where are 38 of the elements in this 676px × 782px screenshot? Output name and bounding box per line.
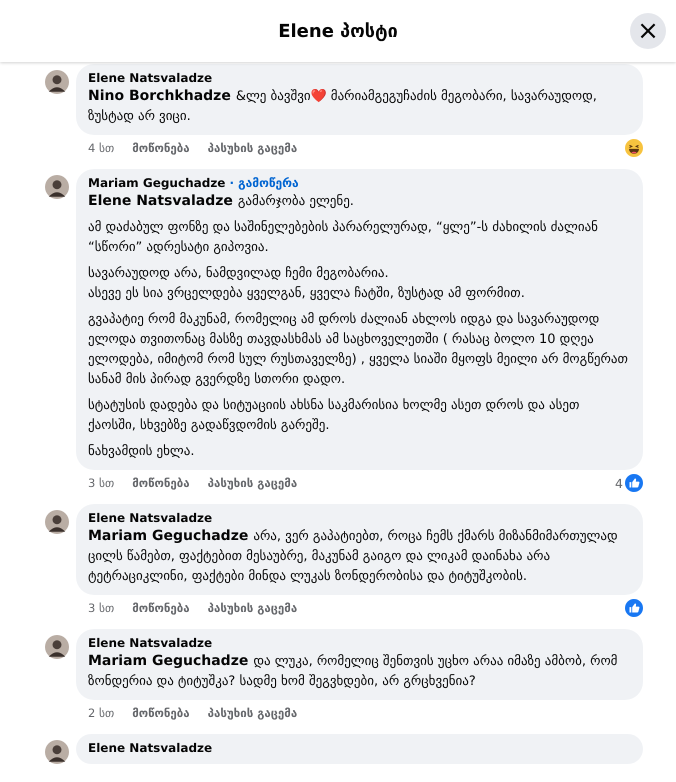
reaction-count[interactable]: 4 bbox=[615, 476, 623, 490]
dialog-title: Elene პოსტი bbox=[278, 20, 398, 42]
comment-text: Mariam Geguchadze და ლუკა, რომელიც შენთვის უცხო არაა იმაზე ამბობ, რომ ზონდერია და ტიტუშკა? სადმე ხომ შეგვხდები, არ გრცხვენია? bbox=[88, 652, 618, 691]
author-name[interactable]: Elene Natsvaladze bbox=[88, 71, 212, 85]
avatar-icon[interactable] bbox=[45, 70, 69, 94]
reply-link[interactable]: პასუხის გაცემა bbox=[208, 476, 298, 490]
reply-link[interactable]: პასუხის გაცემა bbox=[208, 706, 298, 720]
like-link[interactable]: მოწონება bbox=[132, 706, 190, 720]
comment-text: Nino Borchkhadze &ლე ბავშვი❤ მარიამგეგუჩაძის მეგობარი, სავარაუდოდ, ზუსტად არ ვიცი. bbox=[88, 87, 598, 126]
avatar-icon[interactable] bbox=[45, 175, 69, 199]
avatar-icon[interactable] bbox=[45, 740, 69, 764]
laughing-face-icon[interactable] bbox=[625, 139, 643, 157]
reply-link[interactable]: პასუხის გაცემა bbox=[208, 141, 298, 155]
avatar-icon[interactable] bbox=[45, 510, 69, 534]
like-link[interactable]: მოწონება bbox=[132, 601, 190, 615]
author-name[interactable]: Elene Natsvaladze bbox=[88, 741, 212, 755]
like-link[interactable]: მოწონება bbox=[132, 141, 190, 155]
comment-text: Elene Natsvaladze გამარჯობა ელენე. bbox=[88, 192, 355, 211]
thumbs-up-icon[interactable] bbox=[625, 474, 643, 492]
comment-text: სავარაუდოდ არა, ნამდვილად ჩემი მეგობარია. ასევე ეს სია ვრცელდება ყველგან, ყველა ჩატში, ზუსტად ამ ფორმით. bbox=[88, 265, 526, 303]
comment-time[interactable]: 2 სთ bbox=[88, 706, 114, 720]
like-link[interactable]: მოწონება bbox=[132, 476, 190, 490]
comment-text: ნახვამდის ეხლა. bbox=[88, 443, 196, 461]
comment-text: გვაპატიე რომ მაკუნამ, რომელიც ამ დროს ძალიან ახლოს იდგა და სავარაუდოდ ელოდა თვითონაც მასზე თავდასხმას ამ საცხოველეთში ( რასაც ბოლო 10 დღეა ელოდება, იმიტომ რომ სულ რუსთაველზე) , ყველა სიაში მყოფს მეილი არ მოგწერათ სანამ მის პირად გვერდზე სთორი დადო. bbox=[88, 311, 629, 389]
comment-time[interactable]: 4 სთ bbox=[88, 141, 114, 155]
comment-text: სტატუსის დადება და სიტუაციის ახსნა საკმარისია ხოლმე ასეთ დროს და ასეთ ქაოსში, სხვებზე გადაწვდომის გარეშე. bbox=[88, 397, 580, 435]
comment-text: ამ დაძაბულ ფონზე და საშინელებების პარარელურად, “ყლე”-ს ძახილის ძალიან “სწორი” ადრესატი გიპოვია. bbox=[88, 219, 599, 257]
author-name[interactable]: Mariam Geguchadze bbox=[88, 176, 226, 190]
reply-link[interactable]: პასუხის გაცემა bbox=[208, 601, 298, 615]
comment-text: Mariam Geguchadze არა, ვერ გაპატიებთ, როცა ჩემს ქმარს მიზანმიმართულად ცილს წამებთ, ფაქტებით მესაუბრე, მაკუნამ გაიგო და ლიკამ დაინახა არა ტეტრაციკლინი, ფაქტები მინდა ლუკას ზონდერობისა და ტიტუშკობის. bbox=[88, 527, 619, 586]
author-name[interactable]: Elene Natsvaladze bbox=[88, 636, 212, 650]
comment-time[interactable]: 3 სთ bbox=[88, 476, 114, 490]
thumbs-up-icon[interactable] bbox=[625, 599, 643, 617]
follow-link[interactable]: · გამოწერა bbox=[229, 176, 299, 190]
close-button[interactable]: × bbox=[630, 13, 666, 49]
author-name[interactable]: Elene Natsvaladze bbox=[88, 511, 212, 525]
comment-time[interactable]: 3 სთ bbox=[88, 601, 114, 615]
avatar-icon[interactable] bbox=[45, 635, 69, 659]
